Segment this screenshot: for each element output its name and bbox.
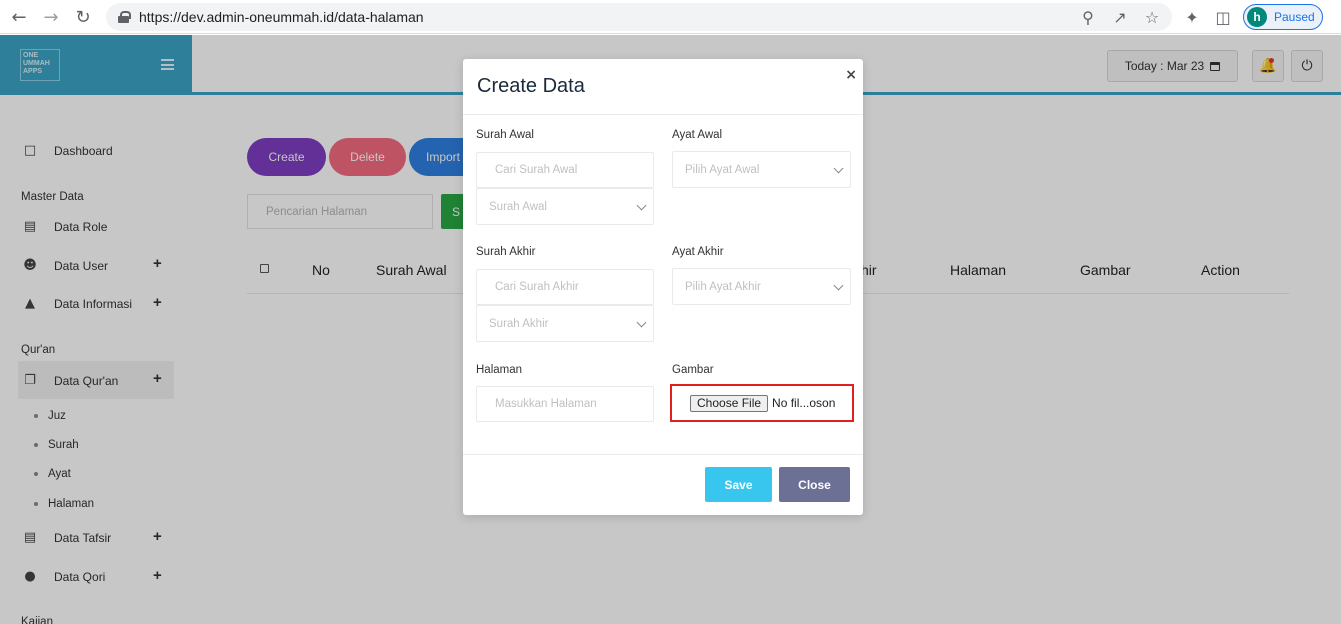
chevron-down-icon [833,280,844,291]
select-value: Surah Awal [489,200,547,213]
surah-akhir-search-input[interactable]: Cari Surah Akhir [476,269,654,305]
close-icon[interactable]: × [845,67,857,83]
address-bar[interactable]: https://dev.admin-oneummah.id/data-halam… [106,3,1172,31]
choose-file-button[interactable]: Choose File [690,394,769,412]
chevron-down-icon [636,317,647,328]
zoom-icon[interactable]: ⚲ [1076,5,1100,29]
browser-toolbar: ← → ↻ https://dev.admin-oneummah.id/data… [0,0,1341,34]
select-value: Pilih Ayat Awal [685,163,760,176]
select-value: Surah Akhir [489,317,549,330]
select-value: Pilih Ayat Akhir [685,280,761,293]
share-icon[interactable]: ↗ [1108,5,1132,29]
close-button[interactable]: Close [779,467,850,502]
ayat-akhir-select[interactable]: Pilih Ayat Akhir [672,268,851,305]
surah-awal-select[interactable]: Surah Awal [476,188,654,225]
file-status: No fil...oson [772,396,836,410]
forward-arrow-icon[interactable]: → [39,5,63,29]
back-arrow-icon[interactable]: ← [7,5,31,29]
halaman-input[interactable]: Masukkan Halaman [476,386,654,422]
profile-status: Paused [1274,10,1315,24]
surah-awal-label: Surah Awal [476,129,534,141]
save-button[interactable]: Save [705,467,772,502]
reload-icon[interactable]: ↻ [71,5,95,29]
surah-akhir-label: Surah Akhir [476,246,536,258]
profile-button[interactable]: h Paused [1243,4,1323,30]
ayat-akhir-label: Ayat Akhir [672,246,724,258]
modal-footer-divider [463,454,863,455]
chevron-down-icon [636,200,647,211]
ayat-awal-select[interactable]: Pilih Ayat Awal [672,151,851,188]
surah-awal-search-input[interactable]: Cari Surah Awal [476,152,654,188]
modal-title: Create Data [477,75,585,97]
chevron-down-icon [833,163,844,174]
gambar-file-input: Choose File No fil...oson [670,384,854,422]
halaman-label: Halaman [476,364,523,376]
gambar-label: Gambar [672,364,714,376]
extensions-icon[interactable]: ✦ [1180,5,1204,29]
side-panel-icon[interactable]: ◫ [1211,5,1235,29]
lock-icon [118,11,131,23]
surah-akhir-select[interactable]: Surah Akhir [476,305,654,342]
modal-header-divider [463,114,863,115]
star-icon[interactable]: ☆ [1140,5,1164,29]
create-data-modal: Create Data × Surah Awal Cari Surah Awal… [463,59,863,515]
avatar: h [1247,7,1267,27]
ayat-awal-label: Ayat Awal [672,129,723,141]
url-text: https://dev.admin-oneummah.id/data-halam… [139,9,424,25]
